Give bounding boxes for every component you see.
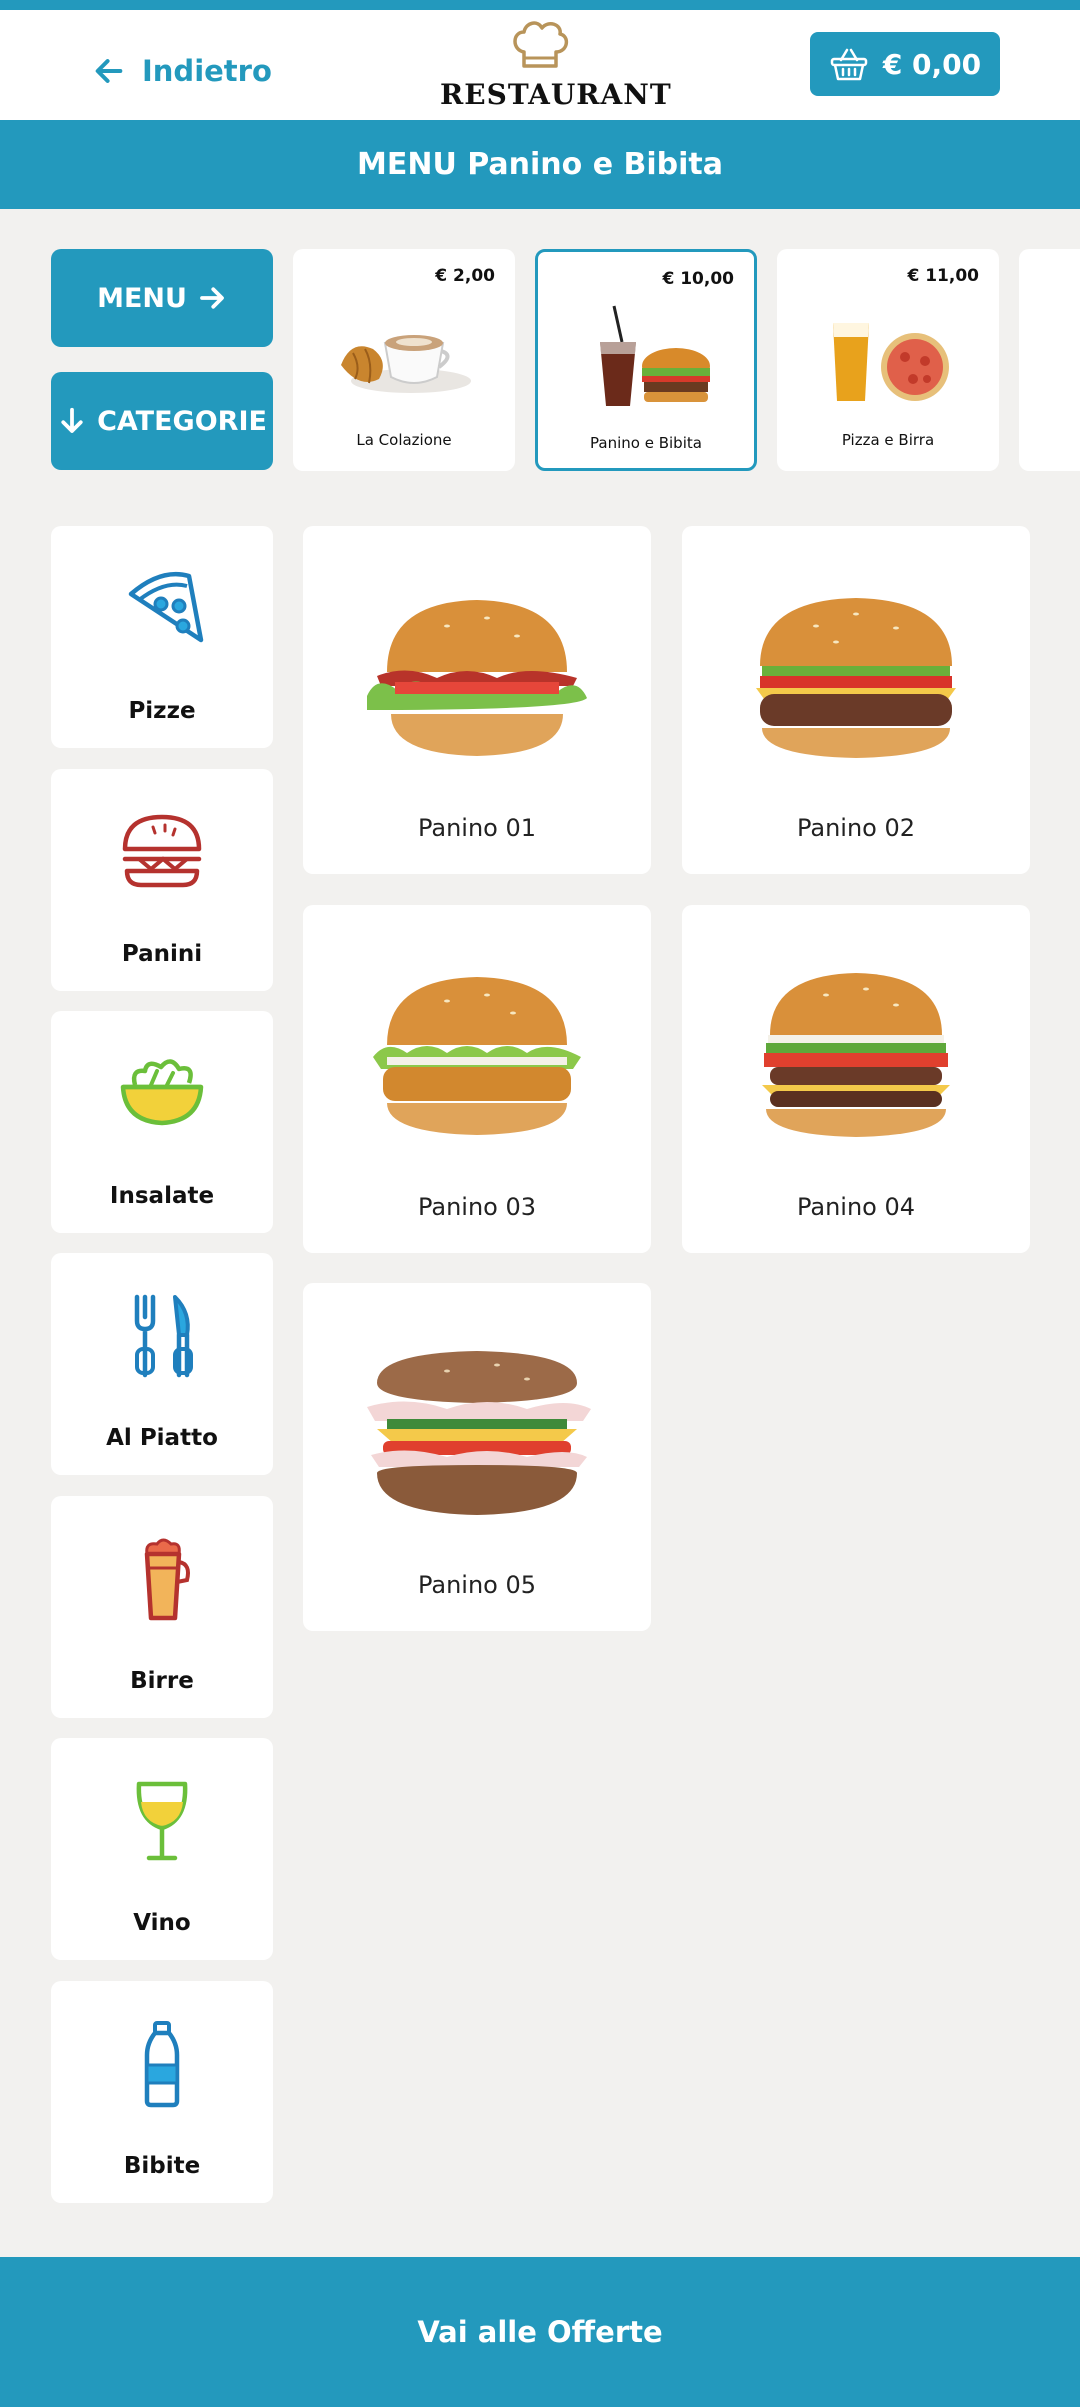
menu-price: € 2,00 (435, 266, 495, 286)
category-insalate[interactable]: Insalate (51, 1011, 273, 1233)
category-al-piatto[interactable]: Al Piatto (51, 1253, 273, 1475)
bottle-icon (144, 2021, 180, 2108)
wine-glass-icon (136, 1781, 188, 1861)
burger-icon (122, 814, 202, 888)
breakfast-image (341, 335, 471, 393)
product-name: Panino 03 (417, 1193, 537, 1221)
category-bibite[interactable]: Bibite (51, 1981, 273, 2203)
category-vino[interactable]: Vino (51, 1738, 273, 1960)
category-label: Insalate (109, 1183, 215, 1209)
menu-price: € 10,00 (662, 269, 734, 289)
back-button[interactable]: Indietro (92, 46, 272, 96)
product-name: Panino 01 (417, 814, 537, 842)
product-card-panino-03[interactable]: Panino 03 (303, 905, 651, 1253)
arrow-left-icon (95, 59, 123, 83)
arrow-right-icon (200, 287, 224, 309)
product-name: Panino 04 (796, 1193, 916, 1221)
category-label: Pizze (128, 698, 196, 724)
basket-icon (830, 48, 868, 81)
pizza-icon (128, 571, 204, 643)
menu-name: La Colazione (356, 431, 452, 449)
offers-label: Vai alle Offerte (417, 2315, 663, 2349)
categories-nav-button[interactable]: CATEGORIE (51, 372, 273, 470)
cart-total: € 0,00 (882, 47, 982, 81)
product-card-panino-05[interactable]: Panino 05 (303, 1283, 651, 1631)
cart-button[interactable]: € 0,00 (810, 32, 1000, 96)
cutlery-icon (134, 1294, 193, 1378)
menu-card-pizza-birra[interactable]: € 11,00 Pizza e Birra (777, 249, 999, 471)
product-card-panino-02[interactable]: Panino 02 (682, 526, 1030, 874)
club-sandwich-image (367, 1351, 591, 1515)
category-label: Bibite (123, 2153, 201, 2179)
category-label: Vino (133, 1910, 191, 1936)
burger-drink-image (600, 305, 710, 406)
cheeseburger-image (756, 598, 956, 758)
restaurant-logo: RESTAURANT (440, 20, 672, 120)
category-panini[interactable]: Panini (51, 769, 273, 991)
category-pizze[interactable]: Pizze (51, 526, 273, 748)
menu-name: Pizza e Birra (841, 431, 935, 449)
menu-name: Panino e Bibita (590, 434, 702, 452)
pizza-beer-image (833, 323, 949, 401)
logo-text: RESTAURANT (440, 78, 672, 111)
page-title-bar: MENU Panino e Bibita (0, 120, 1080, 209)
back-label: Indietro (142, 54, 272, 88)
page-title: MENU Panino e Bibita (356, 147, 724, 182)
category-label: Panini (121, 941, 203, 967)
offers-button[interactable]: Vai alle Offerte (0, 2257, 1080, 2407)
category-label: Birre (130, 1668, 194, 1694)
arrow-down-icon (61, 407, 83, 433)
menu-price: € 11,00 (907, 266, 979, 286)
product-card-panino-04[interactable]: Panino 04 (682, 905, 1030, 1253)
chicken-burger-image (373, 977, 581, 1135)
double-burger-image (762, 973, 950, 1137)
top-accent-line (0, 0, 1080, 10)
beer-icon (144, 1538, 190, 1621)
partial-menu-image (1059, 299, 1080, 409)
menu-carousel[interactable]: € 2,00 La Colazione € 10,00 Panino e Bib… (293, 249, 1080, 473)
product-name: Panino 02 (796, 814, 916, 842)
sandwich-image (367, 600, 587, 756)
menu-nav-label: MENU (97, 282, 187, 314)
menu-nav-button[interactable]: MENU (51, 249, 273, 347)
chef-hat-icon (513, 21, 569, 68)
menu-card-partial[interactable] (1019, 249, 1080, 471)
category-label: Al Piatto (106, 1425, 218, 1451)
category-birre[interactable]: Birre (51, 1496, 273, 1718)
salad-icon (120, 1059, 204, 1126)
categories-nav-label: CATEGORIE (97, 405, 267, 437)
product-card-panino-01[interactable]: Panino 01 (303, 526, 651, 874)
product-name: Panino 05 (417, 1571, 537, 1599)
menu-card-colazione[interactable]: € 2,00 La Colazione (293, 249, 515, 471)
app-header: Indietro RESTAURANT € 0,00 (0, 10, 1080, 120)
menu-card-panino-bibita[interactable]: € 10,00 Panino e Bibita (535, 249, 757, 471)
